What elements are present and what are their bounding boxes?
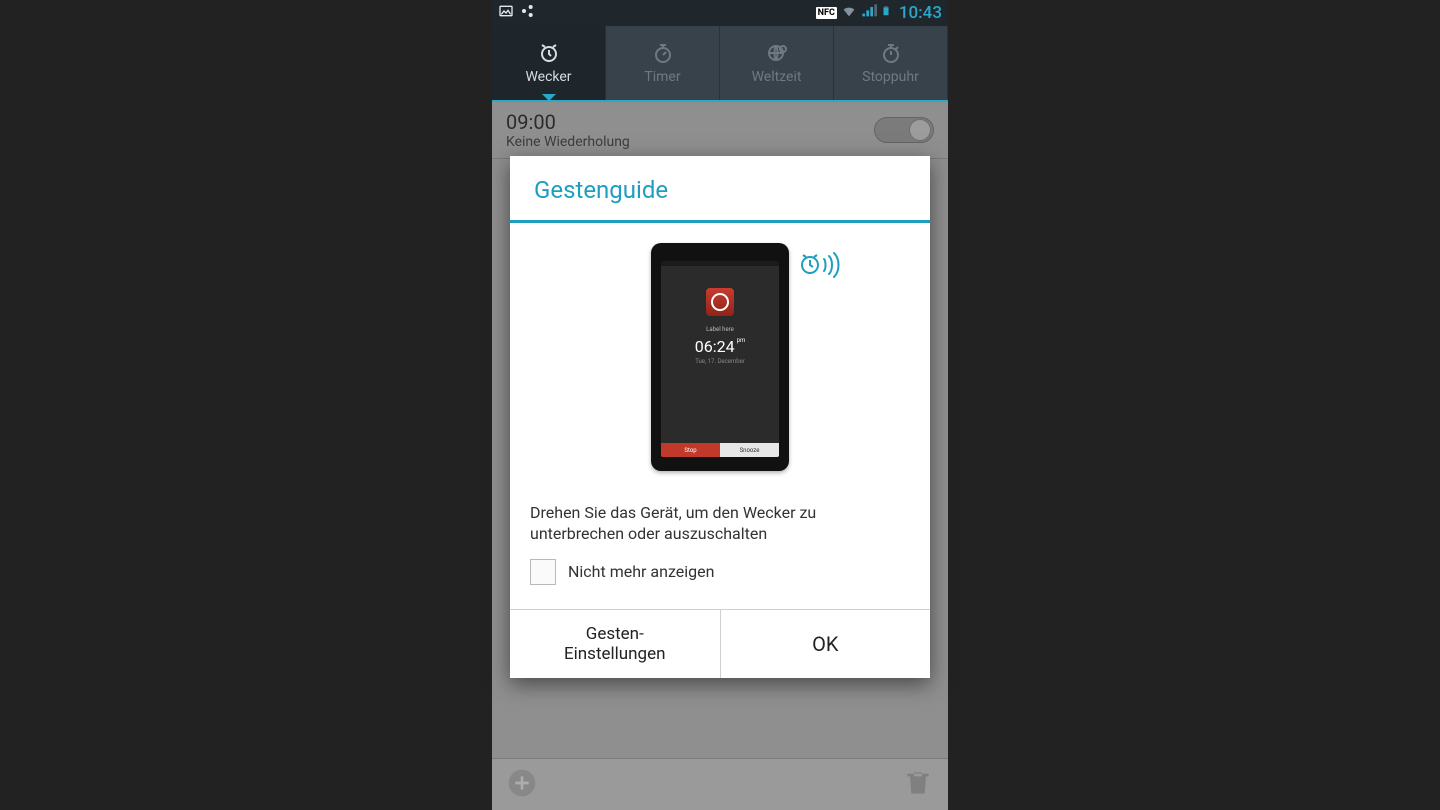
dialog-actions: Gesten- Einstellungen OK	[510, 609, 930, 679]
tab-indicator	[542, 94, 556, 101]
trash-icon[interactable]	[902, 767, 934, 803]
mini-time: 06:24pm	[695, 337, 745, 356]
status-bar: NFC 10:43	[492, 0, 948, 26]
tab-timer[interactable]: Timer	[606, 26, 720, 100]
alarm-ringing-icon	[798, 249, 842, 283]
mini-date: Tue, 17. December	[695, 358, 745, 365]
tab-worldclock[interactable]: Weltzeit	[720, 26, 834, 100]
checkbox-icon	[530, 559, 556, 585]
checkbox-label: Nicht mehr anzeigen	[568, 562, 714, 581]
dialog-illustration: Label here 06:24pm Tue, 17. December Sto…	[528, 243, 912, 471]
gesture-guide-dialog: Gestenguide Label here	[510, 156, 930, 678]
wifi-icon	[841, 3, 857, 23]
nfc-icon: NFC	[816, 7, 837, 19]
tab-label: Wecker	[525, 69, 571, 85]
battery-icon	[881, 2, 891, 24]
dialog-title: Gestenguide	[510, 156, 930, 220]
tab-bar: Wecker Timer Weltzeit Stoppuhr	[492, 26, 948, 100]
add-icon[interactable]	[506, 767, 538, 803]
tab-alarm[interactable]: Wecker	[492, 26, 606, 100]
gesture-settings-button[interactable]: Gesten- Einstellungen	[510, 610, 721, 679]
mini-phone: Label here 06:24pm Tue, 17. December Sto…	[651, 243, 789, 471]
mini-stop: Stop	[661, 443, 720, 457]
mini-snooze: Snooze	[720, 443, 779, 457]
tab-label: Weltzeit	[752, 69, 802, 85]
tab-stopwatch[interactable]: Stoppuhr	[834, 26, 948, 100]
status-time: 10:43	[899, 3, 942, 23]
dialog-text: Drehen Sie das Gerät, um den Wecker zu u…	[530, 503, 910, 545]
signal-icon	[861, 3, 877, 23]
tab-label: Stoppuhr	[862, 69, 919, 85]
bottom-bar	[492, 758, 948, 810]
phone-frame: NFC 10:43 Wecker Timer Weltzeit	[492, 0, 948, 810]
gallery-icon	[498, 3, 514, 23]
mini-alarm-icon	[706, 288, 734, 316]
ok-button[interactable]: OK	[721, 610, 931, 679]
tab-label: Timer	[644, 69, 680, 85]
dont-show-again[interactable]: Nicht mehr anzeigen	[530, 559, 910, 585]
share-icon	[520, 3, 536, 23]
mini-label: Label here	[706, 326, 734, 333]
